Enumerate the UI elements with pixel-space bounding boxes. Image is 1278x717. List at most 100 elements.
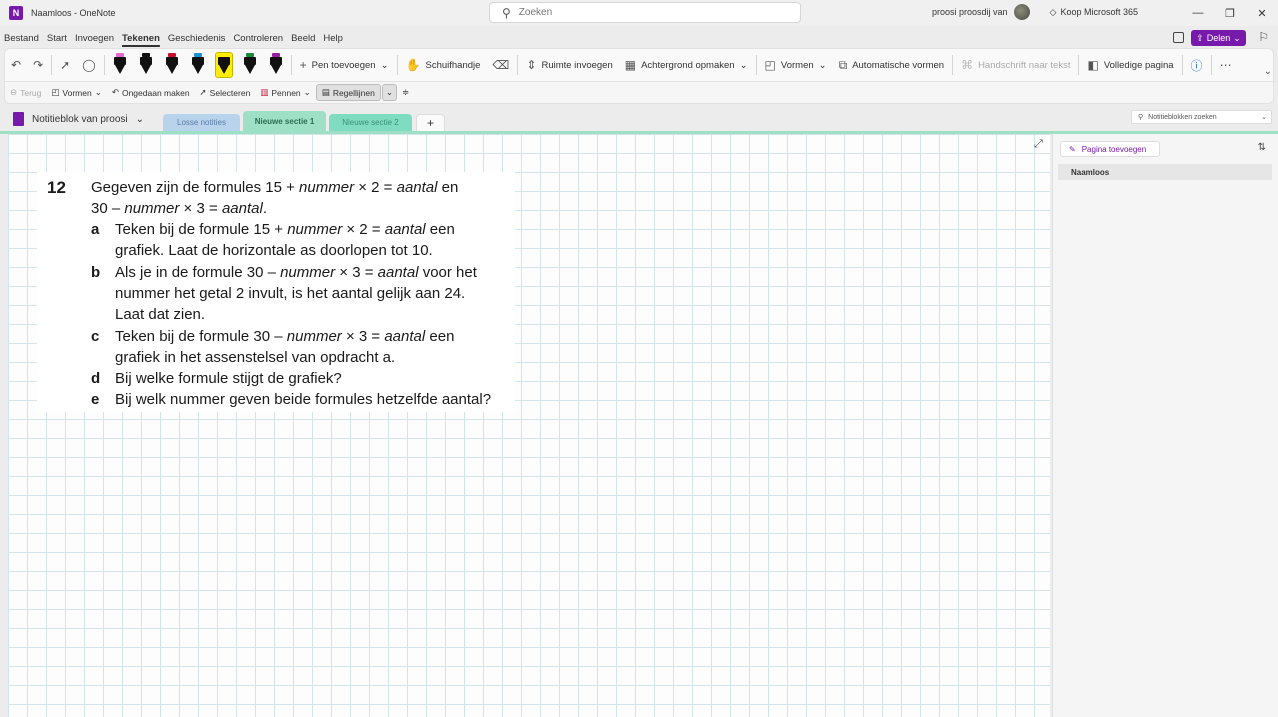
expand-icon[interactable]: ⤢ [1034, 138, 1043, 151]
auto-shapes-icon: ⧉ [838, 57, 848, 72]
back-button[interactable]: ⊖ Terug [5, 87, 46, 98]
eraser-button[interactable]: ⌫ [486, 58, 515, 72]
exercise-number: 12 [47, 178, 66, 197]
chevron-down-icon: ⌄ [739, 59, 748, 71]
window-title: Naamloos - OneNote [31, 8, 116, 18]
pens-quick-label: Pennen [271, 87, 301, 98]
shapes-icon: ◰ [51, 87, 60, 97]
notebook-picker[interactable]: Notitieblok van proosi ⌄ [13, 112, 144, 126]
pen-body [113, 57, 126, 65]
divider [290, 55, 292, 75]
customize-toolbar-button[interactable]: ≑ [397, 87, 414, 98]
draw-ribbon: ↶ ↷ ➚ ◯ + Pen toevoegen ⌄ ✋ Schuifhandje ⌫ … [4, 48, 1274, 82]
ink-to-text-label: Handschrift naar tekst [978, 59, 1071, 71]
auto-shapes-button[interactable]: ⧉ Automatische vormen [833, 58, 950, 73]
onenote-app-icon: N [9, 6, 23, 20]
tab-losse-notities[interactable]: Losse notities [163, 114, 240, 131]
help-button[interactable]: ⓘ [1185, 57, 1209, 74]
question-b-line-2: nummer het getal 2 invult, is het aantal… [115, 285, 466, 302]
full-page-button[interactable]: ◧ Volledige pagina [1081, 58, 1179, 72]
undo-icon: ↶ [111, 87, 119, 97]
minimize-icon[interactable]: — [1182, 0, 1214, 26]
pen-tip [270, 65, 281, 74]
pen-7-button[interactable] [268, 53, 284, 77]
pen-4-button[interactable] [190, 53, 206, 77]
redo-button[interactable]: ↷ [27, 58, 49, 72]
window-controls: — ❐ ✕ [1182, 0, 1278, 26]
pen-gallery [107, 52, 289, 78]
chevron-down-icon: ⌄ [94, 87, 102, 97]
full-page-icon: ◧ [1087, 58, 1099, 72]
pens-quick-button[interactable]: ▥ Pennen ⌄ [255, 87, 315, 98]
add-section-button[interactable]: + [416, 114, 445, 131]
rule-lines-icon: ▤ [321, 87, 330, 97]
close-icon[interactable]: ✕ [1246, 0, 1278, 26]
select-tool[interactable]: ➚ [54, 58, 76, 72]
redo-icon: ↷ [33, 58, 44, 72]
cursor-icon: ➚ [60, 58, 71, 72]
menu-help[interactable]: Help [319, 33, 347, 44]
share-button[interactable]: ⇪ Delen ⌄ [1191, 30, 1246, 46]
notebook-icon [13, 112, 24, 126]
search-icon: ⚲ [502, 5, 511, 20]
menu-controleren[interactable]: Controleren [229, 33, 287, 44]
add-page-button[interactable]: ✎ Pagina toevoegen [1060, 141, 1160, 157]
tab-nieuwe-sectie-2[interactable]: Nieuwe sectie 2 [329, 114, 412, 131]
notebook-search-placeholder: Notitieblokken zoeken [1148, 113, 1217, 121]
notebook-search-input[interactable]: ⚲ Notitieblokken zoeken ⌄ [1131, 110, 1272, 124]
share-icon: ⇪ [1196, 32, 1204, 43]
background-button[interactable]: ▦ Achtergrond opmaken ⌄ [619, 58, 754, 72]
hand-tool-button[interactable]: ✋ Schuifhandje [400, 58, 487, 72]
lasso-tool[interactable]: ◯ [76, 58, 101, 72]
add-pen-button[interactable]: + Pen toevoegen ⌄ [294, 58, 395, 72]
divider [517, 55, 519, 75]
rule-lines-button[interactable]: ▤ Regellijnen [315, 84, 381, 101]
shapes-quick-button[interactable]: ◰ Vormen ⌄ [46, 87, 106, 98]
menu-invoegen[interactable]: Invoegen [71, 33, 118, 44]
back-label: Terug [20, 87, 42, 98]
collapse-ribbon-icon[interactable]: ⌄ [1264, 66, 1272, 77]
menu-start[interactable]: Start [43, 33, 71, 44]
undo-button[interactable]: ↶ [5, 58, 27, 72]
pen-2-button[interactable] [138, 53, 154, 77]
feedback-icon[interactable]: ⚐ [1258, 30, 1269, 44]
select-quick-button[interactable]: ➚ Selecteren [195, 87, 256, 98]
exercise-intro-line-2: 30 – nummer × 3 = aantal. [91, 200, 267, 217]
more-options-button[interactable]: ⋯ [1214, 58, 1238, 72]
menu-geschiedenis[interactable]: Geschiedenis [164, 33, 230, 44]
select-quick-label: Selecteren [209, 87, 251, 98]
search-input[interactable]: ⚲ Zoeken [489, 2, 801, 23]
pen-6-button[interactable] [242, 53, 258, 77]
menu-bestand[interactable]: Bestand [0, 33, 43, 44]
question-e-letter: e [91, 391, 100, 408]
menu-beeld[interactable]: Beeld [287, 33, 319, 44]
pens-icon: ▥ [260, 87, 269, 97]
background-label: Achtergrond opmaken [641, 59, 735, 71]
upgrade-button[interactable]: ◇ Koop Microsoft 365 [1050, 7, 1138, 18]
restore-icon[interactable]: ❐ [1214, 0, 1246, 26]
undo-icon: ↶ [11, 58, 22, 72]
ink-to-text-icon: ⌘ [961, 58, 974, 72]
search-icon: ⚲ [1138, 114, 1144, 121]
sort-icon[interactable]: ⇅ [1258, 142, 1266, 153]
shapes-button[interactable]: ◰ Vormen ⌄ [759, 58, 833, 72]
notebook-view-icon[interactable] [1173, 32, 1184, 43]
menu-tekenen[interactable]: Tekenen [118, 33, 164, 44]
account-area[interactable]: proosi proosdij van ◇ Koop Microsoft 365 [932, 4, 1138, 20]
rule-lines-dropdown[interactable]: ⌄ [381, 84, 397, 101]
undo-quick-button[interactable]: ↶ Ongedaan maken [107, 87, 195, 98]
chevron-down-icon: ⌄ [1233, 32, 1241, 43]
pen-5-button[interactable] [214, 52, 233, 78]
question-b-letter: b [91, 264, 101, 281]
page-list-item[interactable]: Naamloos [1058, 164, 1272, 180]
pen-1-button[interactable] [112, 53, 128, 77]
pen-3-button[interactable] [164, 53, 180, 77]
avatar[interactable] [1013, 4, 1030, 20]
insert-space-button[interactable]: ⇕ Ruimte invoegen [520, 58, 618, 72]
chevron-down-icon: ⌄ [303, 87, 311, 97]
ink-to-text-button[interactable]: ⌘ Handschrift naar tekst [955, 58, 1076, 72]
quick-toolbar: ⊖ Terug ◰ Vormen ⌄ ↶ Ongedaan maken ➚ Selecte… [4, 82, 1274, 104]
tab-nieuwe-sectie-1[interactable]: Nieuwe sectie 1 [243, 111, 326, 131]
search-placeholder: Zoeken [518, 7, 553, 18]
chevron-down-icon: ⌄ [818, 59, 827, 71]
